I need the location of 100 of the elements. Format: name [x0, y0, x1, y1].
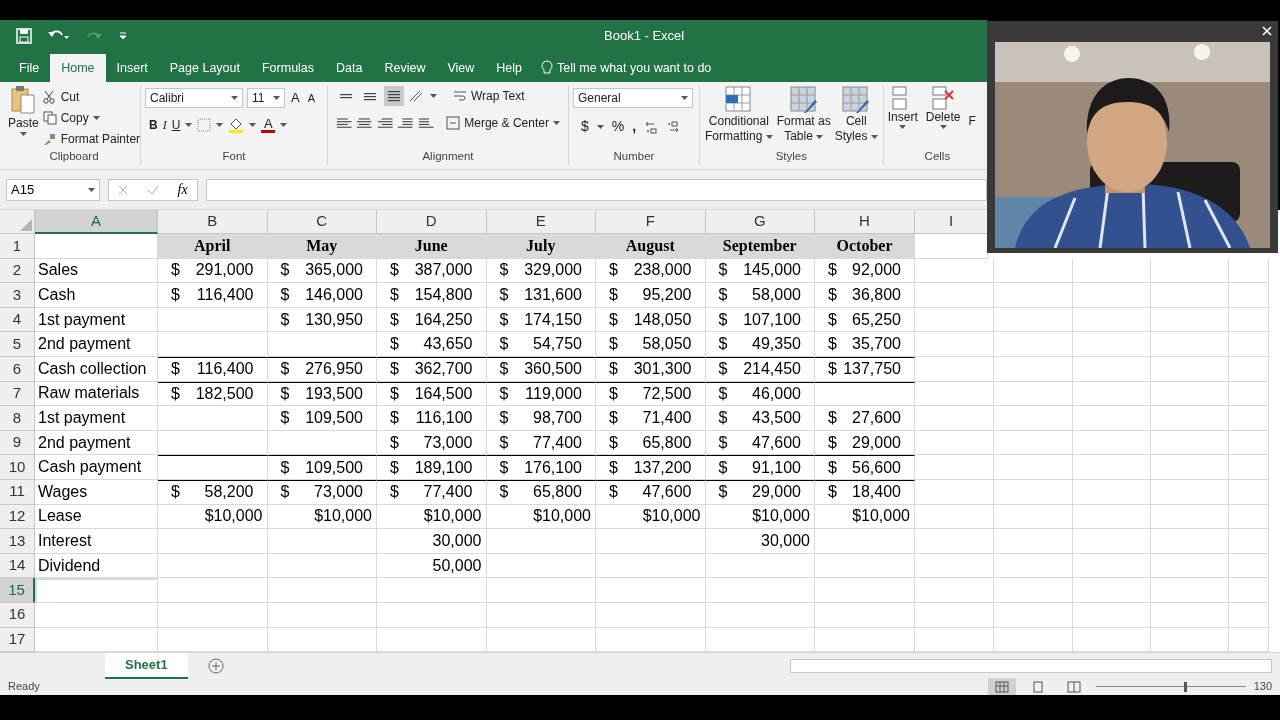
row-header[interactable]: 14 — [0, 553, 35, 579]
style-button[interactable]: Conditional Formatting — [704, 86, 774, 144]
bold-button[interactable]: B — [149, 116, 158, 134]
font-family-dropdown[interactable]: Calibri — [145, 88, 243, 108]
table-cell: $ 365,000 — [267, 258, 377, 284]
copy-button[interactable]: Copy — [42, 109, 141, 127]
cells-button[interactable]: F — [968, 86, 976, 129]
table-cell: $ 65,250 — [815, 307, 915, 333]
grow-font-button[interactable]: A — [289, 88, 302, 108]
row-header[interactable]: 5 — [0, 332, 35, 357]
insert-function-button[interactable]: fx — [177, 179, 188, 200]
row-header[interactable]: 13 — [0, 529, 35, 554]
ribbon-tab[interactable]: Review — [373, 54, 437, 82]
underline-button[interactable]: U — [171, 116, 181, 134]
view-button[interactable] — [987, 678, 1016, 696]
row-header[interactable]: 15 — [0, 578, 35, 603]
table-cell — [1229, 479, 1269, 505]
table-cell: $10,000 — [158, 504, 268, 530]
table-cell: $ 109,500 — [267, 455, 377, 480]
align-lines-icon[interactable] — [336, 117, 353, 129]
horizontal-scrollbar[interactable] — [790, 658, 1272, 673]
caret-icon — [280, 123, 288, 127]
paste-button[interactable]: Paste — [8, 86, 39, 148]
active-cell[interactable] — [35, 578, 158, 603]
sheet-tab[interactable]: Sheet1 — [105, 652, 188, 679]
ribbon-tab[interactable]: Home — [50, 54, 106, 82]
italic-button[interactable]: I — [162, 116, 167, 134]
row-header[interactable]: 17 — [0, 627, 35, 653]
format-painter-button[interactable]: Format Painter — [42, 130, 141, 148]
cells-button[interactable]: Insert — [887, 86, 918, 129]
copy-icon — [42, 111, 57, 125]
decimal-decrease-icon[interactable] — [666, 119, 681, 134]
align-icon — [339, 93, 353, 99]
zoom-level[interactable]: 130 — [1253, 678, 1272, 695]
table-cell: 2nd payment — [35, 430, 158, 456]
wrap-text-button[interactable]: Wrap Text — [453, 87, 525, 105]
table-cell: Raw materials — [35, 381, 158, 407]
row-header[interactable]: 10 — [0, 455, 35, 480]
vertical-align-button[interactable] — [384, 86, 404, 106]
table-style-icon — [842, 86, 871, 114]
table-cell: $ 58,050 — [596, 332, 706, 357]
ribbon-tab[interactable]: View — [436, 54, 486, 82]
indent-icon[interactable] — [417, 117, 435, 129]
paint-bucket-icon[interactable] — [228, 117, 245, 133]
add-sheet-icon[interactable] — [207, 657, 224, 674]
ribbon-tab[interactable]: Help — [485, 54, 534, 82]
formula-input[interactable] — [206, 178, 987, 201]
caret-icon — [765, 134, 773, 139]
caret-icon — [552, 121, 560, 125]
table-cell — [1229, 430, 1269, 456]
style-button[interactable]: Cell Styles — [833, 86, 879, 144]
table-cell: $ 54,750 — [486, 332, 596, 357]
table-cell: $ 43,650 — [377, 332, 487, 357]
table-cell: Interest — [35, 529, 158, 554]
row-header[interactable]: 1 — [0, 234, 35, 259]
style-button[interactable]: Format as Table — [775, 86, 832, 144]
zoom-slider[interactable] — [1095, 681, 1246, 692]
check-icon[interactable] — [146, 184, 159, 195]
table-cell: $ 58,000 — [705, 283, 815, 308]
tell-me-search[interactable]: Tell me what you want to do — [557, 58, 712, 78]
row-header[interactable]: 7 — [0, 381, 35, 407]
table-cell: $ 119,000 — [486, 381, 596, 407]
table-cell: $ 65,800 — [596, 430, 706, 456]
decimal-increase-icon[interactable] — [644, 119, 659, 134]
row-header[interactable]: 4 — [0, 307, 35, 333]
ribbon-tab[interactable]: Formulas — [250, 54, 326, 82]
font-size-dropdown[interactable]: 11 — [247, 88, 285, 108]
table-cell: $ 36,800 — [815, 283, 915, 308]
cut-button[interactable]: Cut — [42, 88, 141, 106]
name-box[interactable]: A15 — [6, 178, 100, 201]
align-lines-icon[interactable] — [356, 117, 373, 129]
indent-icon[interactable] — [397, 117, 414, 129]
table-cell: $ 27,600 — [815, 406, 915, 431]
percent-button[interactable]: % — [611, 116, 625, 137]
column-header[interactable]: A — [35, 210, 158, 234]
row-header[interactable]: 9 — [0, 430, 35, 456]
row-header[interactable]: 8 — [0, 406, 35, 431]
ribbon-tab[interactable]: Data — [325, 54, 374, 82]
close-icon[interactable] — [1262, 26, 1272, 36]
ribbon-tab[interactable]: Page Layout — [158, 54, 251, 82]
row-header[interactable]: 16 — [0, 602, 35, 628]
save-icon[interactable] — [16, 28, 32, 44]
row-header[interactable]: 12 — [0, 504, 35, 530]
currency-button[interactable]: $ — [581, 116, 589, 137]
row-header[interactable]: 2 — [0, 258, 35, 284]
table-cell: $ 116,100 — [377, 406, 487, 431]
cells-button[interactable]: Delete — [925, 86, 961, 129]
ribbon-tab[interactable]: Insert — [105, 54, 159, 82]
merge-center-button[interactable]: Merge & Center — [446, 114, 560, 132]
number-format-dropdown[interactable]: General — [573, 88, 693, 108]
font-color-button[interactable]: A — [261, 117, 276, 133]
customize-icon[interactable] — [118, 31, 128, 41]
row-header[interactable]: 11 — [0, 479, 35, 505]
row-header[interactable]: 3 — [0, 283, 35, 308]
row-header[interactable]: 6 — [0, 356, 35, 382]
align-lines-icon[interactable] — [376, 117, 394, 129]
shrink-font-button[interactable]: A — [305, 89, 317, 107]
ribbon-tab[interactable]: File — [8, 54, 51, 82]
comma-button[interactable]: , — [632, 116, 637, 137]
group-label: Cells — [923, 148, 952, 164]
